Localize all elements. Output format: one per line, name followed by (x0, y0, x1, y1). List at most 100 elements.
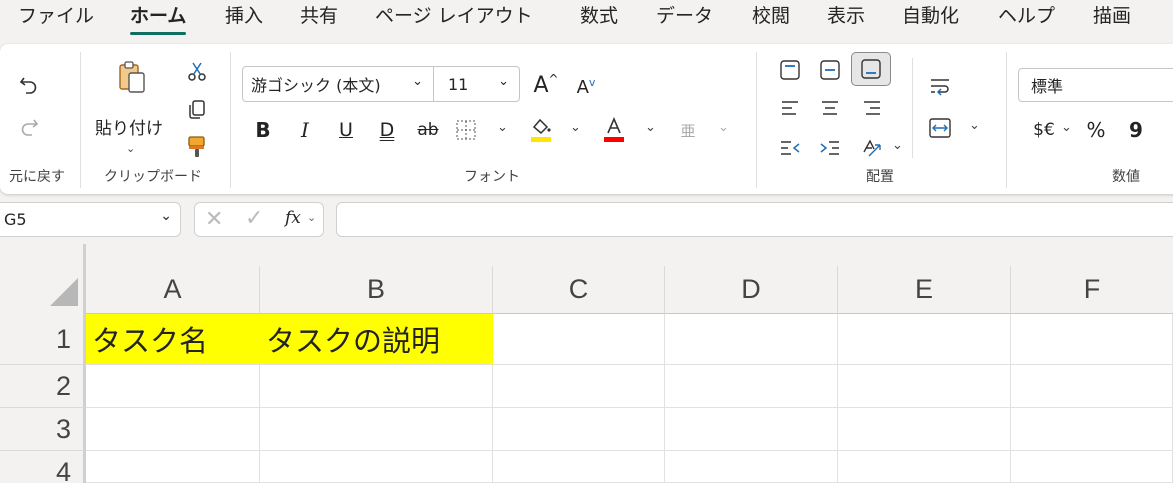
cell-f2[interactable] (1011, 365, 1173, 408)
phonetic-guide-button[interactable]: 亜 (675, 116, 701, 144)
row-header-2[interactable]: 2 (0, 365, 86, 408)
cell-d4[interactable] (665, 451, 838, 483)
separator (80, 52, 81, 188)
cell-f4[interactable] (1011, 451, 1173, 483)
strikethrough-button[interactable]: ab (414, 116, 442, 144)
borders-icon[interactable] (452, 116, 480, 144)
cell-f1[interactable] (1011, 314, 1173, 365)
row-header-4[interactable]: 4 (0, 451, 86, 483)
font-color-icon[interactable] (600, 114, 628, 144)
increase-indent-icon[interactable] (815, 134, 845, 162)
bold-button[interactable]: B (250, 116, 276, 144)
undo-icon[interactable] (14, 72, 44, 98)
format-painter-icon[interactable] (184, 134, 210, 160)
column-header-c[interactable]: C (493, 266, 665, 314)
cell-d1[interactable] (665, 314, 838, 365)
insert-function-button[interactable]: fx (285, 208, 301, 228)
text-orientation-chevron-icon[interactable]: ⌄ (892, 138, 903, 153)
tab-review[interactable]: 校閲 (752, 4, 790, 32)
cell-c4[interactable] (493, 451, 665, 483)
cell-e1[interactable] (838, 314, 1011, 365)
align-right-icon[interactable] (857, 94, 887, 122)
double-underline-button[interactable]: D (374, 116, 400, 144)
chevron-down-icon: ⌄ (498, 74, 509, 89)
decrease-font-size-icon[interactable]: Av (570, 72, 602, 102)
paste-label[interactable]: 貼り付け (95, 114, 163, 139)
paste-icon[interactable] (112, 58, 152, 98)
cell-a4[interactable] (86, 451, 260, 483)
tab-automate[interactable]: 自動化 (902, 4, 959, 32)
cell-d3[interactable] (665, 408, 838, 451)
cell-e4[interactable] (838, 451, 1011, 483)
font-size-value: 11 (448, 74, 469, 94)
cell-d2[interactable] (665, 365, 838, 408)
name-box[interactable]: G5 ⌄ (0, 202, 181, 237)
column-header-e[interactable]: E (838, 266, 1011, 314)
cell-b3[interactable] (260, 408, 493, 451)
tab-view[interactable]: 表示 (827, 4, 865, 32)
phonetic-chevron-icon[interactable]: ⌄ (718, 120, 729, 135)
increase-font-size-icon[interactable]: A ^ (530, 70, 562, 100)
cell-c3[interactable] (493, 408, 665, 451)
tab-home[interactable]: ホーム (130, 4, 187, 35)
cell-a2[interactable] (86, 365, 260, 408)
align-bottom-icon[interactable] (851, 52, 891, 86)
number-format-select[interactable]: 標準 (1018, 68, 1173, 102)
column-header-d[interactable]: D (665, 266, 838, 314)
chevron-down-icon: ⌄ (307, 211, 317, 224)
text-orientation-icon[interactable] (857, 134, 887, 162)
column-header-f[interactable]: F (1011, 266, 1173, 314)
align-left-icon[interactable] (775, 94, 805, 122)
align-center-icon[interactable] (815, 94, 845, 122)
select-all-button[interactable] (0, 244, 86, 314)
tab-formulas[interactable]: 数式 (580, 4, 618, 32)
percent-format-button[interactable]: % (1082, 116, 1110, 144)
align-top-icon[interactable] (775, 56, 805, 84)
column-header-a[interactable]: A (86, 266, 260, 314)
cell-b4[interactable] (260, 451, 493, 483)
cell-a1[interactable]: タスク名 (86, 314, 260, 365)
font-size-select[interactable]: 11 ⌄ (433, 66, 520, 102)
cell-a3[interactable] (86, 408, 260, 451)
row-header-1[interactable]: 1 (0, 314, 86, 365)
enter-icon[interactable]: ✓ (245, 206, 263, 231)
tab-draw[interactable]: 描画 (1093, 4, 1131, 32)
fill-color-icon[interactable] (527, 114, 555, 144)
currency-format-button[interactable]: $€ (1026, 116, 1062, 144)
font-name-value: 游ゴシック (本文) (251, 76, 381, 95)
copy-icon[interactable] (184, 96, 210, 122)
decrease-indent-icon[interactable] (775, 134, 805, 162)
tab-help[interactable]: ヘルプ (998, 4, 1055, 32)
font-name-select[interactable]: 游ゴシック (本文) ⌄ (242, 66, 434, 102)
row-header-3[interactable]: 3 (0, 408, 86, 451)
cell-e2[interactable] (838, 365, 1011, 408)
wrap-text-icon[interactable] (925, 72, 955, 100)
currency-chevron-icon[interactable]: ⌄ (1061, 120, 1072, 135)
cancel-icon[interactable]: ✕ (205, 207, 223, 232)
cell-c1[interactable] (493, 314, 665, 365)
merge-chevron-icon[interactable]: ⌄ (969, 118, 980, 133)
cell-e3[interactable] (838, 408, 1011, 451)
font-color-chevron-icon[interactable]: ⌄ (645, 120, 656, 135)
tab-share[interactable]: 共有 (300, 4, 338, 32)
comma-format-button[interactable]: 9 (1124, 116, 1148, 144)
cell-f3[interactable] (1011, 408, 1173, 451)
tab-file[interactable]: ファイル (18, 4, 94, 32)
tab-insert[interactable]: 挿入 (225, 4, 263, 32)
borders-chevron-icon[interactable]: ⌄ (497, 120, 508, 135)
column-header-b[interactable]: B (260, 266, 493, 314)
tab-page-layout[interactable]: ページ レイアウト (375, 4, 533, 32)
formula-input[interactable] (336, 202, 1173, 237)
align-middle-icon[interactable] (815, 56, 845, 84)
redo-icon[interactable] (14, 114, 44, 140)
italic-button[interactable]: I (292, 116, 318, 144)
paste-chevron-icon[interactable]: ⌄ (126, 142, 135, 155)
merge-center-icon[interactable] (925, 114, 955, 142)
cell-b2[interactable] (260, 365, 493, 408)
cell-c2[interactable] (493, 365, 665, 408)
cell-b1[interactable]: タスクの説明 (260, 314, 493, 365)
cut-icon[interactable] (184, 58, 210, 84)
tab-data[interactable]: データ (656, 4, 713, 32)
underline-button[interactable]: U (333, 116, 359, 144)
fill-color-chevron-icon[interactable]: ⌄ (570, 120, 581, 135)
